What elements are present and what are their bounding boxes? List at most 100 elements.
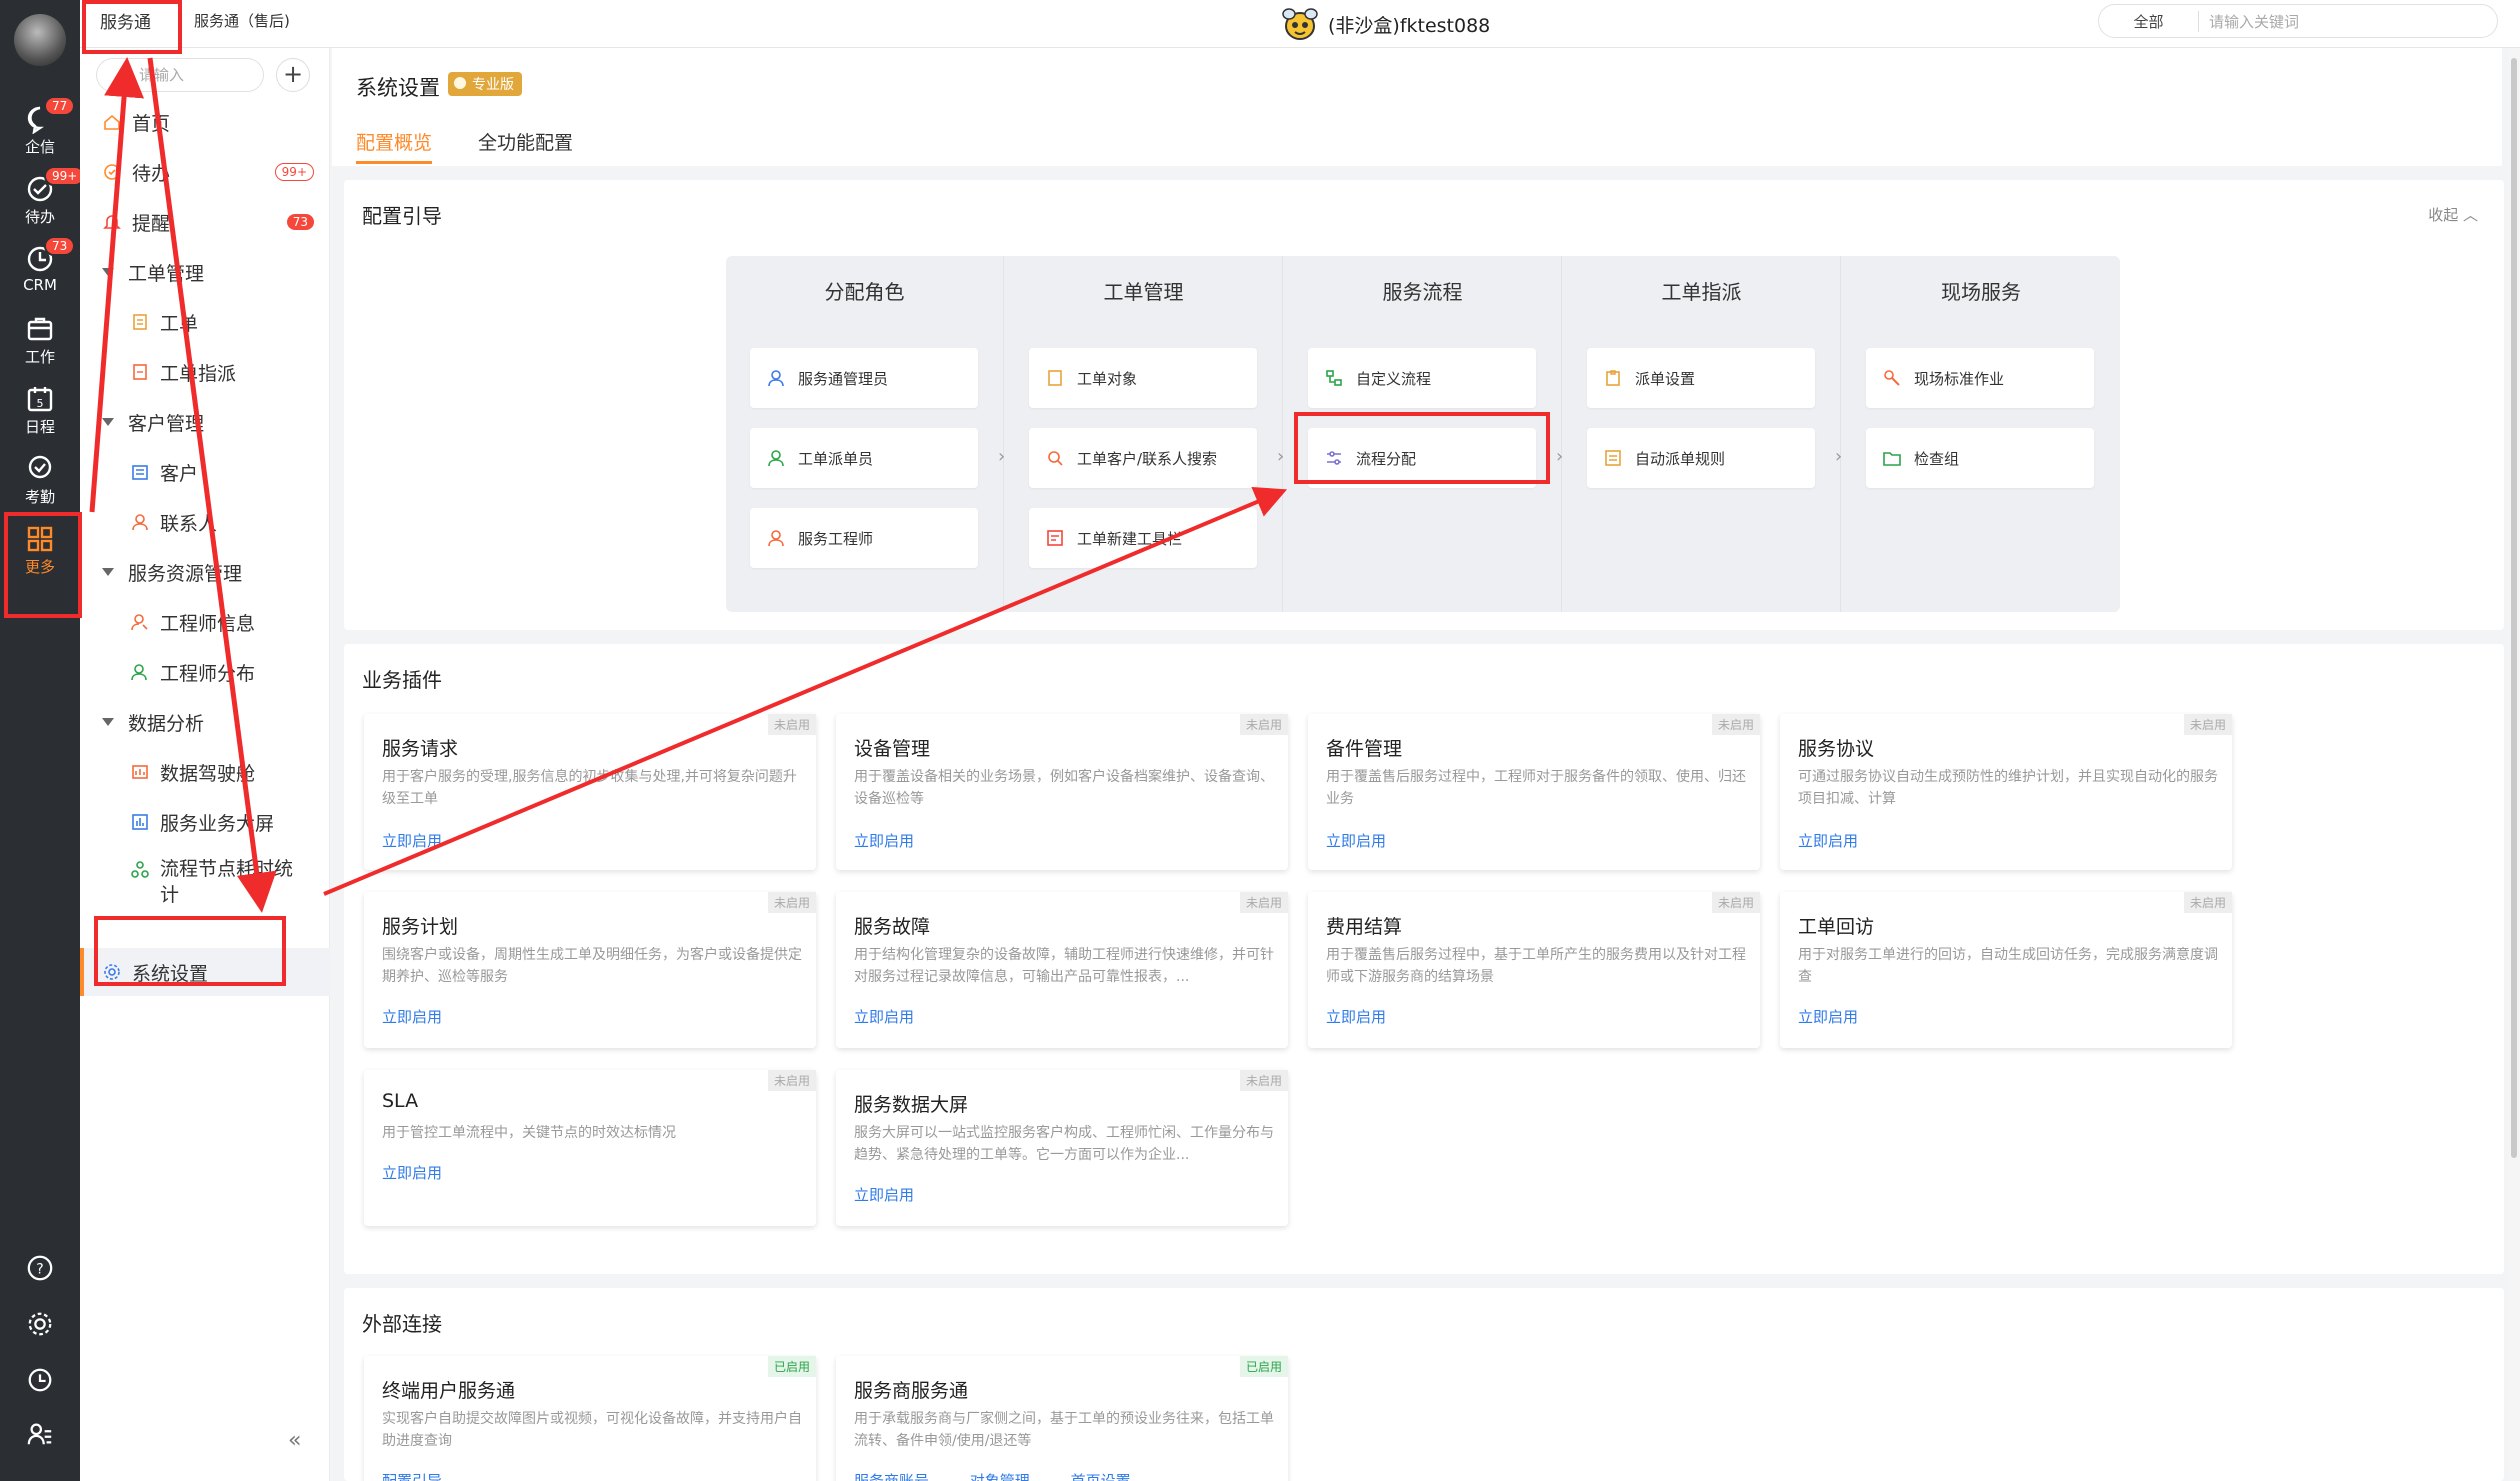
guide-card-custom-flow[interactable]: 自定义流程 [1308,348,1536,408]
guide-card-dispatcher[interactable]: 工单派单员 [750,428,978,488]
ticket-icon [133,314,147,330]
tab-full-config[interactable]: 全功能配置 [478,128,573,164]
sidebar-item-engineer-info[interactable]: 工程师信息 [80,600,330,644]
provider-account-link[interactable]: 服务商账号 [854,1472,929,1481]
enable-link[interactable]: 立即启用 [1798,1006,1858,1027]
enable-link[interactable]: 立即启用 [854,1006,914,1027]
customer-icon [132,465,148,480]
clipboard-icon [1606,370,1620,386]
sidebar-item-contact[interactable]: 联系人 [80,500,330,544]
page-scrollbar[interactable] [2508,48,2520,1481]
enable-link[interactable]: 立即启用 [382,830,442,851]
tab-config-overview[interactable]: 配置概览 [356,128,433,164]
history-button[interactable] [0,1366,80,1399]
edition-badge: 专业版 [448,72,522,96]
tab-service-aftersale[interactable]: 服务通（售后) [194,10,290,31]
svg-text:?: ? [36,1262,43,1278]
sidebar-item-todo[interactable]: 待办 99+ [80,150,330,194]
enable-link[interactable]: 立即启用 [854,830,914,851]
svg-text:5: 5 [37,397,44,410]
rail-item-crm[interactable]: CRM 73 [0,236,80,302]
rail-item-chat[interactable]: 企信 77 [0,96,80,162]
sidebar-group-customer[interactable]: 客户管理 [80,400,330,444]
tenant-title: (非沙盒)fktest088 [1280,6,1490,42]
sidebar-add-button[interactable]: + [276,58,310,92]
engineer-icon [131,614,148,631]
help-icon: ? [27,1255,53,1281]
status-badge: 未启用 [767,892,816,913]
rail-item-attendance[interactable]: 考勤 [0,446,80,512]
annotation-box-system-settings [94,916,286,986]
caret-down-icon [102,268,114,276]
sidebar-item-home[interactable]: 首页 [80,100,330,144]
sidebar-item-cockpit[interactable]: 数据驾驶舱 [80,750,330,794]
folder-icon [1883,452,1901,466]
config-guide-link[interactable]: 配置引导 [382,1472,442,1481]
object-management-link[interactable]: 对象管理 [970,1472,1030,1481]
global-search[interactable]: 全部 请输入关键词 [2098,4,2498,38]
plugin-card: 未启用 服务计划 围绕客户或设备，周期性生成工单及明细任务，为客户或设备提供定期… [364,892,816,1048]
guide-card-ticket-toolbar[interactable]: 工单新建工具栏 [1029,508,1257,568]
enable-link[interactable]: 立即启用 [1326,1006,1386,1027]
rail-item-work[interactable]: 工作 [0,306,80,372]
guide-card-admin[interactable]: 服务通管理员 [750,348,978,408]
sidebar-search-input[interactable]: 请输入 [96,58,264,92]
enable-link[interactable]: 立即启用 [382,1162,442,1183]
status-badge: 已启用 [767,1356,816,1377]
homepage-settings-link[interactable]: 首页设置 [1071,1472,1131,1481]
bell-icon [103,215,121,229]
guide-card-ticket-search[interactable]: 工单客户/联系人搜索 [1029,428,1257,488]
secondary-sidebar: 请输入 + 首页 待办 99+ 提醒 73 工单管理 工单 工单指派 客户管理 … [80,48,330,1481]
sidebar-item-ticket[interactable]: 工单 [80,300,330,344]
annotation-box-flow-assign [1294,412,1550,484]
toolbar-icon [1047,530,1063,546]
search-scope-select[interactable]: 全部 [2099,10,2199,32]
user-avatar[interactable] [14,14,66,66]
bar-chart-icon [132,814,148,830]
app-rail: 企信 77 待办 99+ CRM 73 工作 5 日程 考勤 更多 ? [0,0,86,1481]
caret-down-icon [102,568,114,576]
caret-down-icon [102,718,114,726]
enable-link[interactable]: 立即启用 [382,1006,442,1027]
rail-item-calendar[interactable]: 5 日程 [0,376,80,442]
enable-link[interactable]: 立即启用 [854,1184,914,1205]
page-title: 系统设置 [356,76,440,100]
guide-card-auto-dispatch[interactable]: 自动派单规则 [1587,428,1815,488]
rail-badge: 73 [44,236,76,256]
clock-icon [28,1368,52,1392]
section-title: 业务插件 [362,668,442,692]
guide-card-ticket-object[interactable]: 工单对象 [1029,348,1257,408]
sidebar-group-resource[interactable]: 服务资源管理 [80,550,330,594]
status-badge: 未启用 [2183,892,2232,913]
search-input[interactable]: 请输入关键词 [2199,11,2299,32]
sidebar-item-customer[interactable]: 客户 [80,450,330,494]
sidebar-item-engineer-map[interactable]: 工程师分布 [80,650,330,694]
remind-count-badge: 73 [286,214,314,230]
guide-card-check-group[interactable]: 检查组 [1866,428,2094,488]
rules-icon [1605,450,1621,466]
guide-card-dispatch-settings[interactable]: 派单设置 [1587,348,1815,408]
collapse-guide-link[interactable]: 收起 ︿ [2428,204,2478,225]
guide-card-engineer[interactable]: 服务工程师 [750,508,978,568]
plugin-card: 未启用 服务请求 用于客户服务的受理,服务信息的初步收集与处理,并可将复杂问题升… [364,714,816,870]
contact-icon [132,514,148,531]
rail-item-todo[interactable]: 待办 99+ [0,166,86,232]
rail-badge: 77 [44,96,76,116]
contacts-button[interactable] [0,1420,80,1453]
sidebar-group-ticket[interactable]: 工单管理 [80,250,330,294]
help-button[interactable]: ? [0,1254,80,1287]
search-icon [1048,451,1063,466]
sidebar-group-analytics[interactable]: 数据分析 [80,700,330,744]
enable-link[interactable]: 立即启用 [1326,830,1386,851]
sidebar-collapse-button[interactable]: « [288,1428,301,1453]
plugin-card: 未启用 服务数据大屏 服务大屏可以一站式监控服务客户构成、工程师忙闲、工作量分布… [836,1070,1288,1226]
guide-card-field-sop[interactable]: 现场标准作业 [1866,348,2094,408]
enable-link[interactable]: 立即启用 [1798,830,1858,851]
sidebar-item-bigscreen[interactable]: 服务业务大屏 [80,800,330,844]
scrollbar-thumb[interactable] [2511,58,2517,1158]
sidebar-item-assign[interactable]: 工单指派 [80,350,330,394]
home-icon [104,114,120,130]
sidebar-item-remind[interactable]: 提醒 73 [80,200,330,244]
settings-button[interactable] [0,1310,80,1343]
plugin-card: 未启用 SLA 用于管控工单流程中，关键节点的时效达标情况 立即启用 [364,1070,816,1226]
